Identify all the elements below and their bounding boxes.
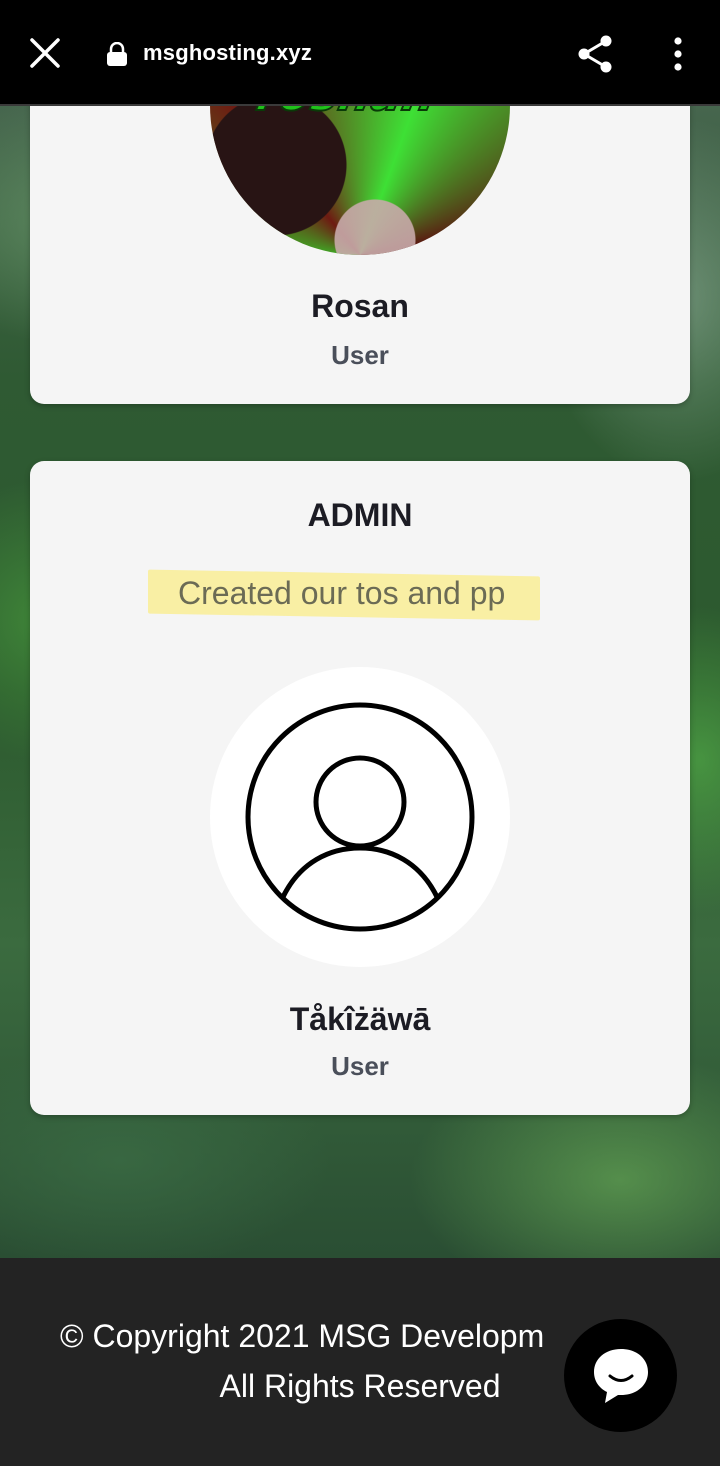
- avatar: [210, 667, 510, 967]
- member-role: User: [331, 340, 389, 370]
- member-card-admin: ADMIN Created our tos and pp Tåkîżäwā Us…: [30, 461, 690, 1115]
- description-text: Created our tos and pp: [178, 575, 506, 611]
- browser-top-bar: msghosting.xyz: [0, 0, 720, 106]
- url-text[interactable]: msghosting.xyz: [143, 40, 312, 66]
- chat-button[interactable]: [564, 1319, 677, 1432]
- chat-bubble-icon: [594, 1349, 648, 1403]
- description: Created our tos and pp: [148, 569, 540, 621]
- member-name: Tåkîżäwā: [289, 1001, 431, 1037]
- share-icon[interactable]: [576, 34, 616, 74]
- member-card: roshan Rosan User: [30, 0, 690, 404]
- user-icon: [245, 702, 475, 932]
- member-name: Rosan: [311, 288, 409, 324]
- copyright-text: © Copyright 2021 MSG Developm: [60, 1318, 545, 1354]
- card-heading: ADMIN: [307, 497, 413, 533]
- more-vert-icon[interactable]: [664, 36, 692, 72]
- lock-icon: [106, 41, 128, 66]
- close-icon[interactable]: [28, 36, 62, 70]
- member-role: User: [331, 1051, 389, 1081]
